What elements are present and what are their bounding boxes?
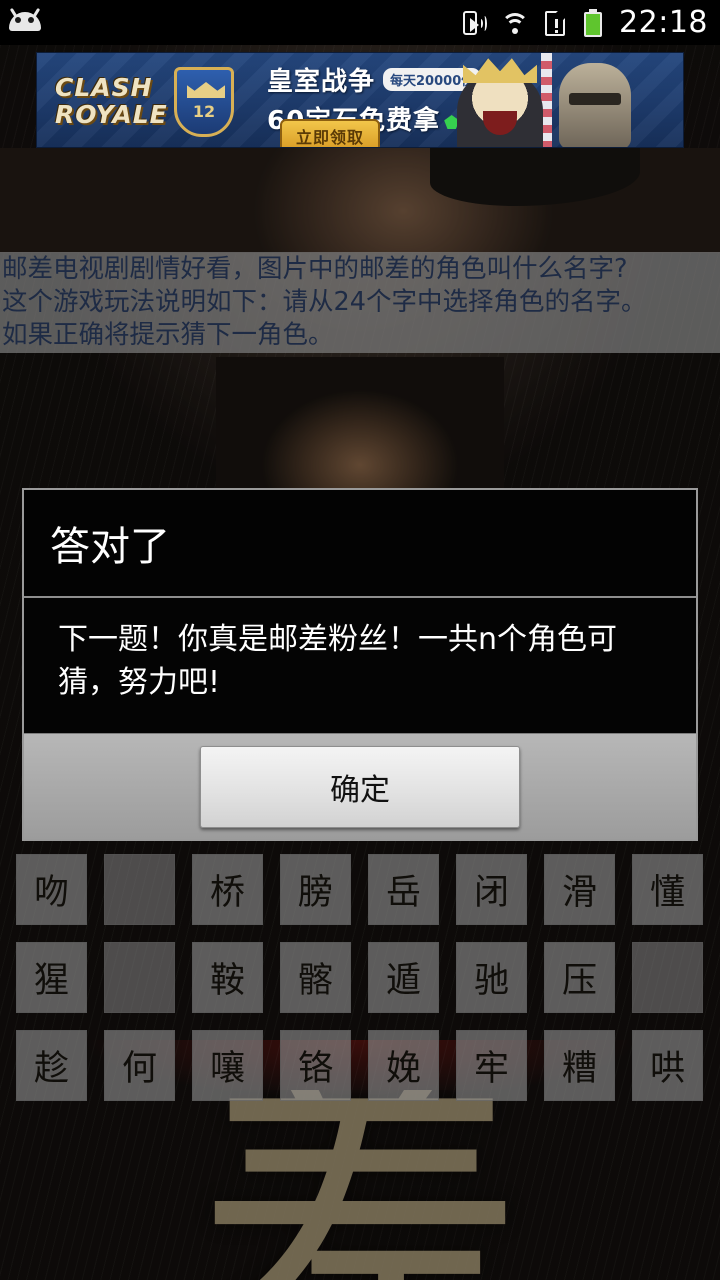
status-bar: 22:18 bbox=[0, 0, 720, 45]
app-screen: 差 邮差电视剧剧情好看，图片中的邮差的角色叫什么名字? 这个游戏玩法说明如下：请… bbox=[0, 0, 720, 1280]
knight-character-icon bbox=[559, 63, 631, 147]
vibrate-wave-2 bbox=[482, 15, 488, 31]
battery-shell bbox=[584, 11, 603, 37]
ad-headline: 皇室战争 bbox=[267, 67, 376, 97]
warning-dot bbox=[555, 29, 559, 33]
robot-eye-left bbox=[15, 16, 21, 23]
knight-visor bbox=[569, 93, 621, 105]
dialog-message: 下一题！你真是邮差粉丝！一共n个角色可猜，努力吧! bbox=[24, 598, 696, 733]
crown-icon bbox=[187, 82, 225, 98]
ad-cta-button[interactable]: 立即领取 bbox=[280, 119, 381, 147]
king-character-icon bbox=[457, 58, 543, 147]
shield-number: 12 bbox=[192, 102, 216, 121]
dialog-footer: 确定 bbox=[24, 733, 696, 839]
status-bar-right: 22:18 bbox=[461, 5, 720, 40]
ad-artwork bbox=[429, 53, 679, 147]
shield-icon: 12 bbox=[174, 67, 234, 137]
robot-eye-right bbox=[28, 16, 34, 23]
confirm-button[interactable]: 确定 bbox=[200, 745, 520, 828]
phone-vibrate-icon bbox=[461, 8, 488, 38]
battery-icon bbox=[582, 8, 604, 38]
status-bar-clock: 22:18 bbox=[619, 5, 708, 40]
vibrate-speaker bbox=[470, 17, 480, 32]
android-robot-icon bbox=[8, 7, 42, 36]
status-bar-left bbox=[0, 7, 42, 36]
dialog-title: 答对了 bbox=[24, 490, 696, 598]
result-dialog: 答对了 下一题！你真是邮差粉丝！一共n个角色可猜，努力吧! 确定 bbox=[22, 488, 698, 841]
sd-card-warning-icon bbox=[543, 6, 570, 38]
king-mouth bbox=[483, 111, 517, 135]
warning-bar bbox=[555, 18, 559, 28]
wifi-dot bbox=[512, 27, 519, 34]
ad-banner[interactable]: CLASH ROYALE 12 皇室战争 每天20000份 60宝石免费拿 立即… bbox=[36, 52, 684, 148]
wifi-icon bbox=[500, 8, 530, 38]
king-crown-icon bbox=[463, 58, 537, 83]
